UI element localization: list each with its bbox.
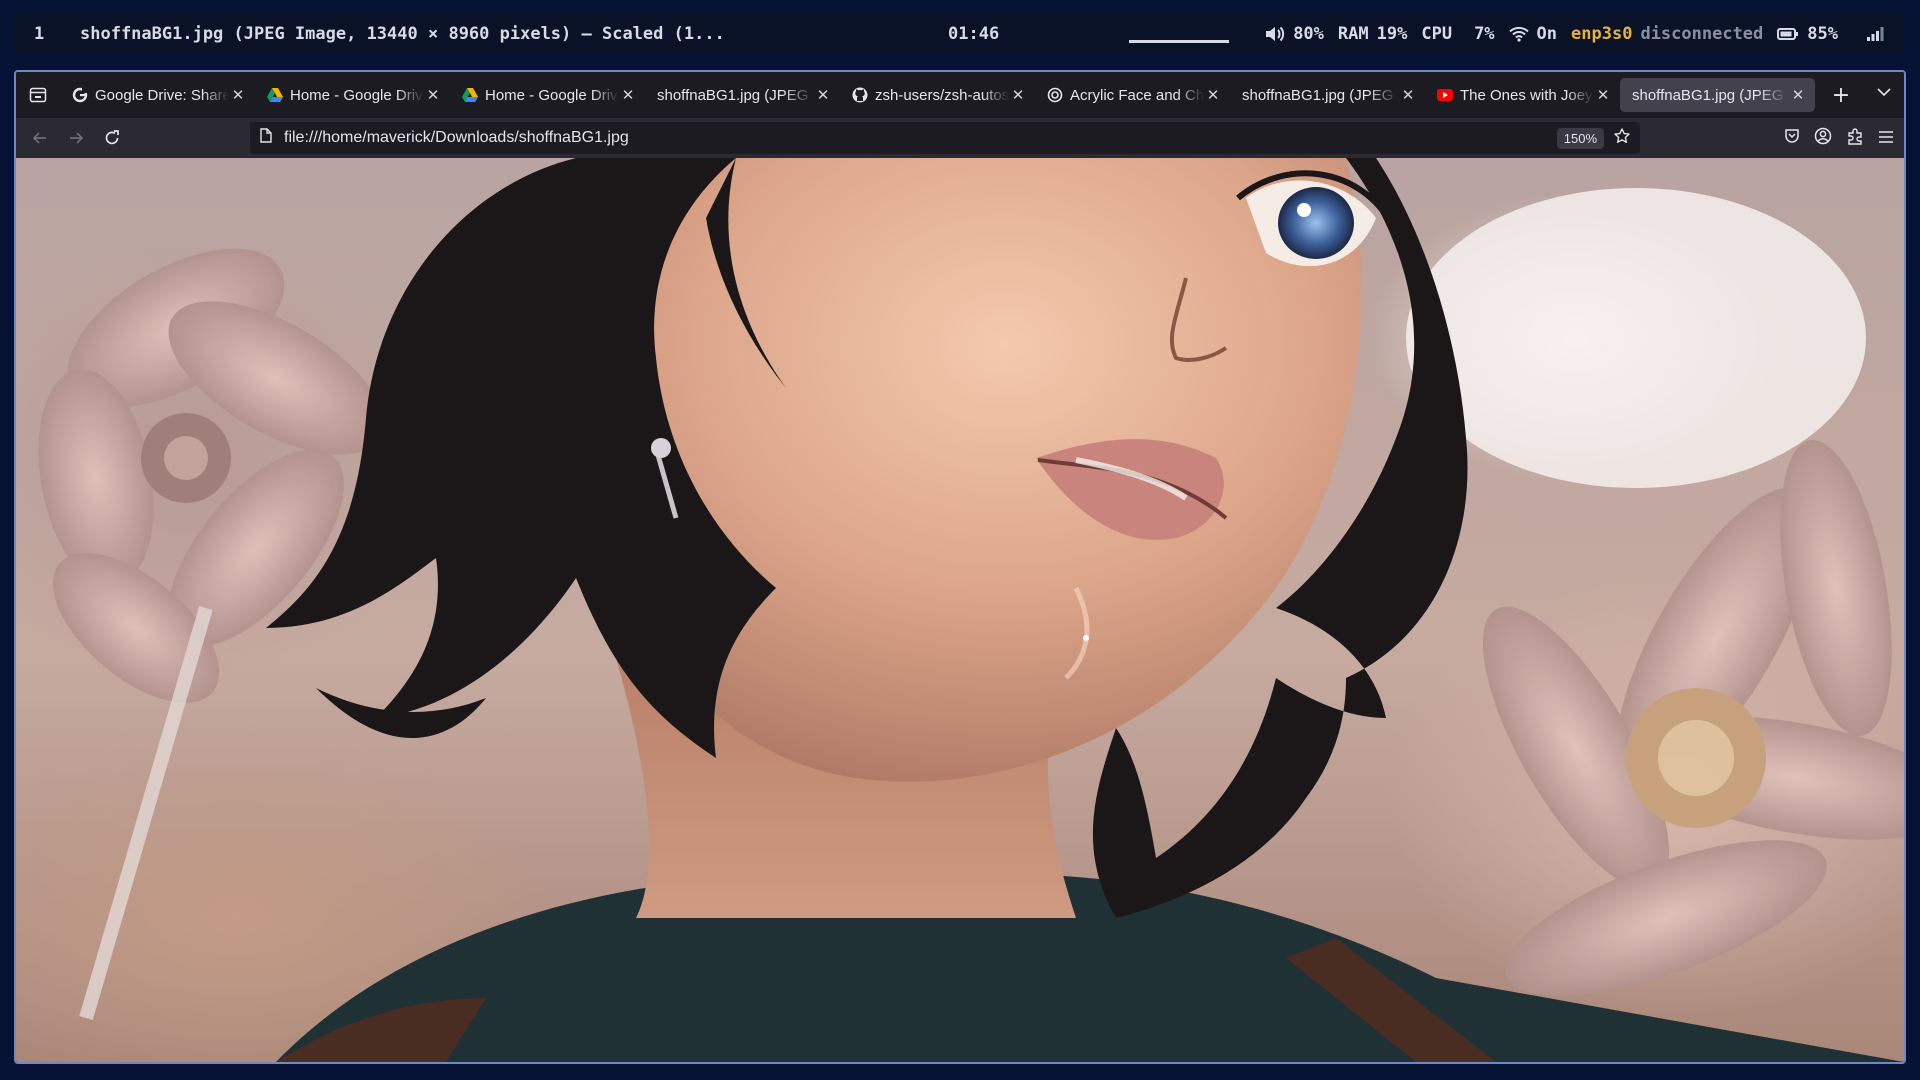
focused-window-title: shoffnaBG1.jpg (JPEG Image, 13440 × 8960…: [80, 24, 725, 44]
github-icon: [852, 87, 868, 103]
toolbar-right: [1784, 122, 1894, 154]
volume-value: 80%: [1293, 24, 1324, 44]
tab-title: zsh-users/zsh-autosu: [875, 86, 1009, 104]
close-icon[interactable]: ✕: [1206, 86, 1220, 104]
account-icon[interactable]: [1814, 127, 1832, 149]
zoom-level-button[interactable]: 150%: [1556, 127, 1604, 149]
bookmark-star-icon[interactable]: [1614, 127, 1630, 149]
youtube-icon: [1437, 87, 1453, 103]
tab-title: The Ones with Joey's: [1460, 86, 1594, 104]
wifi-icon: [1508, 26, 1529, 42]
ram-label: RAM: [1337, 24, 1369, 44]
navigation-toolbar: file:///home/maverick/Downloads/shoffnaB…: [16, 118, 1904, 158]
close-icon[interactable]: ✕: [1791, 86, 1805, 104]
tab-active[interactable]: shoffnaBG1.jpg (JPEG Im ✕: [1620, 78, 1815, 112]
url-bar[interactable]: file:///home/maverick/Downloads/shoffnaB…: [250, 122, 1640, 154]
url-text[interactable]: file:///home/maverick/Downloads/shoffnaB…: [284, 129, 1557, 147]
google-icon: [72, 87, 88, 103]
status-modules: 80% RAM 19% CPU 7% On enp3s0 disconnecte…: [1129, 14, 1884, 54]
extensions-icon[interactable]: [1846, 127, 1864, 149]
arrow-left-icon: [32, 132, 46, 144]
tab-title: Home - Google Drive: [485, 86, 619, 104]
tab[interactable]: The Ones with Joey's ✕: [1425, 78, 1620, 112]
tab[interactable]: Acrylic Face and Chee ✕: [1035, 78, 1230, 112]
firefox-view-icon: [29, 87, 47, 103]
back-button[interactable]: [22, 122, 58, 154]
volume-module[interactable]: 80%: [1265, 24, 1324, 44]
openai-icon: [1047, 87, 1063, 103]
close-icon[interactable]: ✕: [231, 86, 245, 104]
tab-title: shoffnaBG1.jpg (JPEG Im: [657, 86, 814, 104]
clock[interactable]: 01:46: [948, 24, 999, 44]
menu-icon[interactable]: [1878, 129, 1894, 148]
tab-title: Home - Google Drive: [290, 86, 424, 104]
cpu-label: CPU: [1421, 24, 1453, 44]
firefox-view-button[interactable]: [16, 72, 60, 118]
plus-icon: +: [1831, 82, 1851, 108]
volume-icon: [1265, 25, 1285, 43]
google-drive-icon: [462, 87, 478, 103]
anime-portrait-image: [38, 158, 1904, 1062]
tab-title: shoffnaBG1.jpg (JPEG Im: [1632, 86, 1789, 104]
right-flower: [1482, 440, 1904, 996]
forward-button[interactable]: [58, 122, 94, 154]
tab[interactable]: zsh-users/zsh-autosu ✕: [840, 78, 1035, 112]
close-icon[interactable]: ✕: [426, 86, 440, 104]
ram-module: RAM 19%: [1338, 24, 1407, 44]
network-interface: enp3s0: [1571, 24, 1633, 44]
tab[interactable]: Home - Google Drive ✕: [450, 78, 645, 112]
tab-title: Google Drive: Share f: [95, 86, 229, 104]
reload-icon: [105, 130, 119, 145]
tab[interactable]: shoffnaBG1.jpg (JPEG Im ✕: [1230, 78, 1425, 112]
tab[interactable]: Google Drive: Share f ✕: [60, 78, 255, 112]
ram-value: 19%: [1376, 24, 1408, 44]
cpu-module: CPU 7%: [1421, 24, 1494, 44]
tab[interactable]: Home - Google Drive ✕: [255, 78, 450, 112]
close-icon[interactable]: ✕: [621, 86, 635, 104]
reload-button[interactable]: [94, 122, 130, 154]
wifi-module[interactable]: On: [1508, 24, 1558, 44]
left-flower: [38, 248, 384, 703]
google-drive-icon: [267, 87, 283, 103]
arrow-right-icon: [70, 132, 84, 144]
battery-module: 85%: [1777, 24, 1838, 44]
workspace-indicator[interactable]: 1: [34, 24, 68, 44]
media-progress-line: [1129, 39, 1230, 43]
close-icon[interactable]: ✕: [1011, 86, 1025, 104]
signal-icon[interactable]: [1866, 26, 1884, 42]
tab-strip: Google Drive: Share f ✕ Home - Google Dr…: [16, 72, 1904, 118]
close-icon[interactable]: ✕: [1596, 86, 1610, 104]
status-bar: 1 shoffnaBG1.jpg (JPEG Image, 13440 × 89…: [14, 14, 1904, 54]
close-icon[interactable]: ✕: [1401, 86, 1415, 104]
battery-value: 85%: [1807, 24, 1838, 44]
cpu-value: 7%: [1474, 24, 1495, 44]
image-viewer[interactable]: [16, 158, 1904, 1062]
page-icon: [260, 128, 272, 148]
tab-title: Acrylic Face and Chee: [1070, 86, 1204, 104]
network-module[interactable]: enp3s0 disconnected: [1571, 24, 1763, 44]
pocket-icon[interactable]: [1784, 128, 1800, 148]
new-tab-button[interactable]: +: [1823, 83, 1859, 108]
list-all-tabs-button[interactable]: [1876, 84, 1892, 104]
browser-window: Google Drive: Share f ✕ Home - Google Dr…: [14, 70, 1906, 1064]
network-status: disconnected: [1640, 24, 1764, 44]
tab[interactable]: shoffnaBG1.jpg (JPEG Im ✕: [645, 78, 840, 112]
chevron-down-icon: [1877, 88, 1891, 97]
wifi-status: On: [1536, 24, 1558, 44]
close-icon[interactable]: ✕: [816, 86, 830, 104]
tab-title: shoffnaBG1.jpg (JPEG Im: [1242, 86, 1399, 104]
battery-icon: [1777, 27, 1799, 41]
